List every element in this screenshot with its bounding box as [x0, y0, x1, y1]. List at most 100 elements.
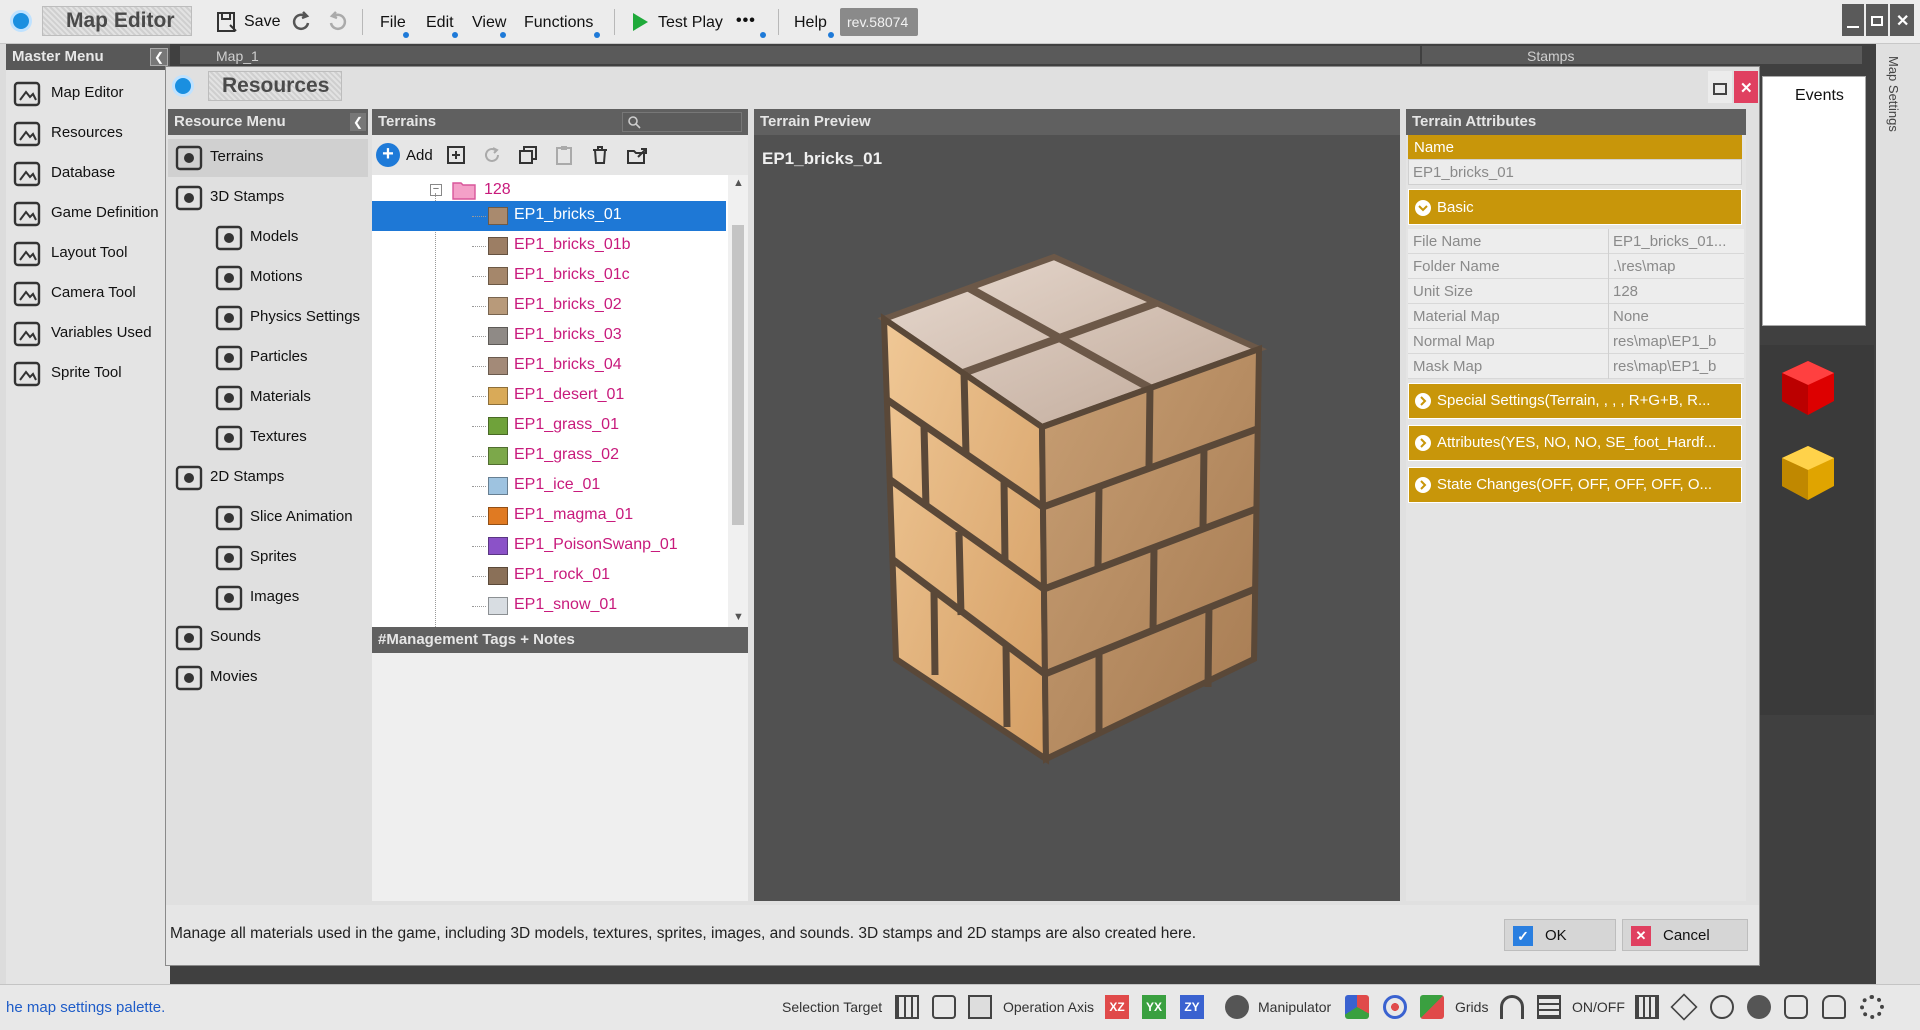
- attribute-group-toggle[interactable]: Attributes(YES, NO, NO, SE_foot_Hardf...: [1408, 425, 1742, 461]
- yellow-stamp-icon[interactable]: [1775, 440, 1841, 506]
- ok-button[interactable]: ✓ OK: [1504, 919, 1616, 951]
- redo-icon[interactable]: [325, 11, 349, 33]
- collapse-icon[interactable]: ❮: [150, 48, 168, 66]
- map-tab-title[interactable]: Map_1: [216, 48, 259, 64]
- axis-zy-button[interactable]: ZY: [1180, 995, 1204, 1019]
- resource-menu-item[interactable]: Models: [168, 219, 368, 257]
- attribute-row[interactable]: Mask Map res\map\EP1_b: [1408, 354, 1744, 379]
- attribute-row[interactable]: Normal Map res\map\EP1_b: [1408, 329, 1744, 354]
- add-button[interactable]: + Add: [376, 142, 436, 168]
- file-menu[interactable]: File: [380, 14, 406, 32]
- tree-scrollbar[interactable]: ▲ ▼: [728, 175, 748, 627]
- red-stamp-icon[interactable]: [1775, 355, 1841, 421]
- copy-icon[interactable]: [518, 145, 538, 165]
- master-menu-item[interactable]: Layout Tool: [6, 234, 170, 274]
- delete-icon[interactable]: [590, 145, 610, 165]
- more-menu[interactable]: •••: [736, 12, 756, 30]
- scroll-thumb[interactable]: [732, 225, 744, 525]
- resource-menu-item[interactable]: Sprites: [168, 539, 368, 577]
- terrain-list-item[interactable]: EP1_snow_01: [372, 591, 726, 621]
- undo-icon[interactable]: [290, 11, 314, 33]
- view-light-icon[interactable]: [1710, 995, 1734, 1019]
- select-stamp-icon[interactable]: [968, 995, 992, 1019]
- restore-button[interactable]: [1866, 4, 1888, 36]
- move-gizmo-icon[interactable]: [1345, 995, 1369, 1019]
- select-grid-icon[interactable]: [895, 995, 919, 1019]
- collapse-folder-icon[interactable]: −: [430, 184, 442, 196]
- attribute-row[interactable]: File Name EP1_bricks_01...: [1408, 229, 1744, 254]
- resource-menu-item[interactable]: 2D Stamps: [168, 459, 368, 497]
- view-bug-icon[interactable]: [1784, 995, 1808, 1019]
- resource-menu-item[interactable]: Physics Settings: [168, 299, 368, 337]
- refresh-icon[interactable]: [482, 145, 502, 165]
- terrain-list-item[interactable]: EP1_bricks_01b: [372, 231, 726, 261]
- manipulator-icon[interactable]: [1225, 995, 1249, 1019]
- terrain-list-item[interactable]: EP1_rock_01: [372, 561, 726, 591]
- master-menu-item[interactable]: Camera Tool: [6, 274, 170, 314]
- attribute-row[interactable]: Folder Name .\res\map: [1408, 254, 1744, 279]
- resource-menu-item[interactable]: Slice Animation: [168, 499, 368, 537]
- resource-menu-item[interactable]: Images: [168, 579, 368, 617]
- resource-menu-item[interactable]: Textures: [168, 419, 368, 457]
- terrain-list-item[interactable]: EP1_grass_01: [372, 411, 726, 441]
- terrain-list-item[interactable]: EP1_bricks_01: [372, 201, 726, 231]
- view-grid-icon[interactable]: [1635, 995, 1659, 1019]
- test-play-button[interactable]: Test Play: [630, 8, 730, 36]
- events-tab[interactable]: Events: [1795, 87, 1844, 105]
- terrain-list-item[interactable]: EP1_ice_01: [372, 471, 726, 501]
- close-button[interactable]: ✕: [1890, 4, 1914, 36]
- grid-toggle-icon[interactable]: [1537, 995, 1561, 1019]
- axis-xz-button[interactable]: XZ: [1105, 995, 1129, 1019]
- rotate-gizmo-icon[interactable]: [1383, 995, 1407, 1019]
- resource-menu-item[interactable]: Particles: [168, 339, 368, 377]
- view-bottle-icon[interactable]: [1822, 995, 1846, 1019]
- attribute-group-toggle[interactable]: State Changes(OFF, OFF, OFF, OFF, O...: [1408, 467, 1742, 503]
- view-menu[interactable]: View: [472, 14, 506, 32]
- resource-menu-item[interactable]: Movies: [168, 659, 368, 697]
- dialog-maximize-button[interactable]: [1708, 71, 1732, 103]
- view-cube-icon[interactable]: [1670, 993, 1698, 1021]
- terrain-list-item[interactable]: EP1_bricks_04: [372, 351, 726, 381]
- master-menu-item[interactable]: Sprite Tool: [6, 354, 170, 394]
- brick-cube-preview[interactable]: [814, 239, 1334, 799]
- master-menu-item[interactable]: Database: [6, 154, 170, 194]
- master-menu-item[interactable]: Resources: [6, 114, 170, 154]
- scroll-down-icon[interactable]: ▼: [733, 611, 744, 623]
- terrain-list-item[interactable]: EP1_desert_01: [372, 381, 726, 411]
- resource-menu-item[interactable]: Motions: [168, 259, 368, 297]
- basic-section-toggle[interactable]: Basic: [1408, 189, 1742, 225]
- paste-icon[interactable]: [554, 145, 574, 165]
- terrain-list-item[interactable]: EP1_bricks_03: [372, 321, 726, 351]
- terrain-list-item[interactable]: EP1_PoisonSwanp_01: [372, 531, 726, 561]
- resource-menu-item[interactable]: Materials: [168, 379, 368, 417]
- resource-menu-item[interactable]: Terrains: [168, 139, 368, 177]
- cancel-button[interactable]: ✕ Cancel: [1622, 919, 1748, 951]
- save-button[interactable]: Save: [214, 8, 284, 36]
- master-menu-item[interactable]: Game Definition: [6, 194, 170, 234]
- edit-menu[interactable]: Edit: [426, 14, 454, 32]
- scale-gizmo-icon[interactable]: [1420, 995, 1444, 1019]
- scroll-up-icon[interactable]: ▲: [733, 177, 744, 189]
- master-menu-item[interactable]: Map Editor: [6, 74, 170, 114]
- functions-menu[interactable]: Functions: [524, 14, 593, 32]
- attribute-row[interactable]: Material Map None: [1408, 304, 1744, 329]
- tags-notes-area[interactable]: [372, 653, 748, 901]
- axis-yx-button[interactable]: YX: [1142, 995, 1166, 1019]
- terrain-list-item[interactable]: EP1_bricks_01c: [372, 261, 726, 291]
- map-settings-side-tab[interactable]: Map Settings: [1886, 56, 1901, 132]
- attribute-group-toggle[interactable]: Special Settings(Terrain, , , , R+G+B, R…: [1408, 383, 1742, 419]
- dialog-close-button[interactable]: ✕: [1734, 71, 1758, 103]
- view-settings-icon[interactable]: [1860, 995, 1884, 1019]
- export-icon[interactable]: [626, 145, 648, 165]
- terrain-list-item[interactable]: EP1_bricks_02: [372, 291, 726, 321]
- new-item-icon[interactable]: [446, 145, 466, 165]
- resource-menu-item[interactable]: 3D Stamps: [168, 179, 368, 217]
- grid-arch-icon[interactable]: [1500, 995, 1524, 1019]
- attribute-row[interactable]: Unit Size 128: [1408, 279, 1744, 304]
- minimize-button[interactable]: [1842, 4, 1864, 36]
- view-sphere-icon[interactable]: [1747, 995, 1771, 1019]
- master-menu-item[interactable]: Variables Used: [6, 314, 170, 354]
- terrains-search-box[interactable]: [622, 112, 742, 132]
- terrain-list-item[interactable]: EP1_grass_02: [372, 441, 726, 471]
- name-field[interactable]: EP1_bricks_01: [1408, 159, 1742, 185]
